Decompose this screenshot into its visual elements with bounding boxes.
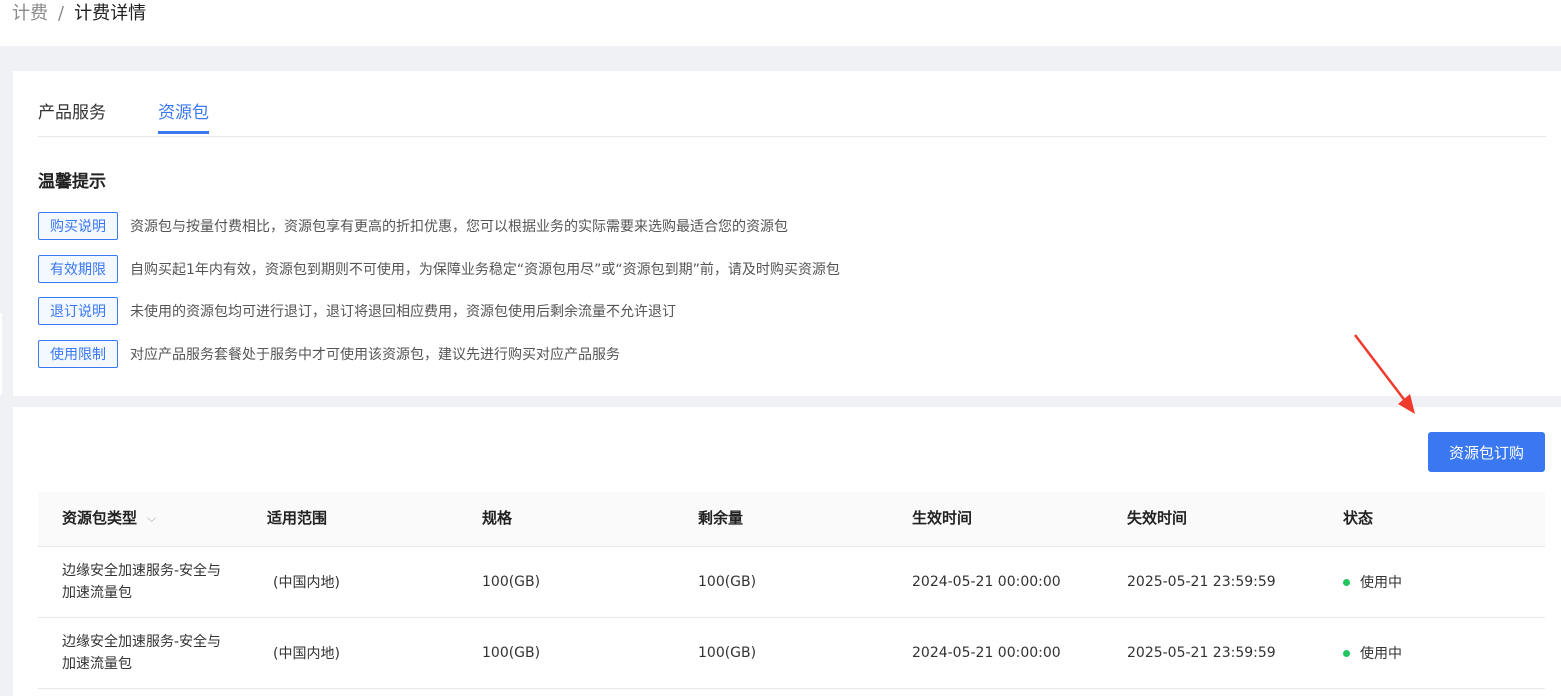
tip-row: 有效期限 自购买起1年内有效，资源包到期则不可使用，为保障业务稳定“资源包用尽”… xyxy=(38,254,840,284)
chevron-down-icon[interactable]: ⌵ xyxy=(147,492,156,544)
cell-type: 边缘安全加速服务-安全与 加速流量包 xyxy=(62,563,222,601)
tips-title: 温馨提示 xyxy=(38,172,106,192)
tip-tag-purchase: 购买说明 xyxy=(38,212,118,240)
tip-text: 未使用的资源包均可进行退订，退订将退回相应费用，资源包使用后剩余流量不允许退订 xyxy=(130,304,676,320)
cell-scope: (中国内地) xyxy=(273,575,340,591)
column-header-status: 状态 xyxy=(1343,509,1374,527)
table-header: 资源包类型 ⌵ 适用范围 规格 剩余量 生效时间 失效时间 状态 xyxy=(38,492,1545,547)
resource-pack-card: 资源包订购 资源包类型 ⌵ 适用范围 规格 剩余量 生效时间 失效时间 状态 边缘… xyxy=(13,407,1561,696)
tip-tag-refund: 退订说明 xyxy=(38,297,118,325)
column-header-spec: 规格 xyxy=(482,509,513,527)
status-dot-icon xyxy=(1343,578,1350,586)
tip-tag-validity: 有效期限 xyxy=(38,255,118,283)
column-header-scope: 适用范围 xyxy=(267,509,328,527)
cell-remaining: 100(GB) xyxy=(698,574,757,590)
cell-status: 使用中 xyxy=(1343,547,1402,617)
tip-text: 对应产品服务套餐处于服务中才可使用该资源包，建议先进行购买对应产品服务 xyxy=(130,347,620,363)
column-header-start-time: 生效时间 xyxy=(912,509,973,527)
tip-text: 资源包与按量付费相比，资源包享有更高的折扣优惠，您可以根据业务的实际需要来选购最… xyxy=(130,219,788,235)
cell-scope: (中国内地) xyxy=(273,646,340,662)
tip-row: 使用限制 对应产品服务套餐处于服务中才可使用该资源包，建议先进行购买对应产品服务 xyxy=(38,339,620,369)
status-dot-icon xyxy=(1343,649,1350,657)
cell-end-time: 2025-05-21 23:59:59 xyxy=(1127,645,1276,661)
buy-resource-pack-button[interactable]: 资源包订购 xyxy=(1428,432,1545,472)
column-header-type[interactable]: 资源包类型 ⌵ xyxy=(62,492,156,545)
breadcrumb: 计费 / 计费详情 xyxy=(12,2,146,26)
left-edge-marker xyxy=(0,313,2,395)
status-text: 使用中 xyxy=(1360,646,1402,662)
top-bar: 计费 / 计费详情 xyxy=(0,0,1561,46)
breadcrumb-root-link[interactable]: 计费 xyxy=(12,3,48,24)
tip-row: 购买说明 资源包与按量付费相比，资源包享有更高的折扣优惠，您可以根据业务的实际需… xyxy=(38,211,788,241)
tab-bar: 产品服务 资源包 xyxy=(38,99,1546,137)
info-card: 产品服务 资源包 温馨提示 购买说明 资源包与按量付费相比，资源包享有更高的折扣… xyxy=(13,71,1561,396)
cell-start-time: 2024-05-21 00:00:00 xyxy=(912,645,1061,661)
cell-spec: 100(GB) xyxy=(482,645,541,661)
tip-row: 退订说明 未使用的资源包均可进行退订，退订将退回相应费用，资源包使用后剩余流量不… xyxy=(38,296,676,326)
cell-type: 边缘安全加速服务-安全与 加速流量包 xyxy=(62,634,222,672)
column-header-end-time: 失效时间 xyxy=(1127,509,1188,527)
tab-product-service[interactable]: 产品服务 xyxy=(38,99,106,127)
resource-pack-table: 资源包类型 ⌵ 适用范围 规格 剩余量 生效时间 失效时间 状态 边缘安全加速服务… xyxy=(38,492,1545,689)
cell-status: 使用中 xyxy=(1343,618,1402,688)
cell-remaining: 100(GB) xyxy=(698,645,757,661)
tab-resource-pack[interactable]: 资源包 xyxy=(158,99,209,134)
column-header-remaining: 剩余量 xyxy=(698,509,744,527)
breadcrumb-separator: / xyxy=(58,3,65,24)
tip-tag-usage-limit: 使用限制 xyxy=(38,340,118,368)
cell-spec: 100(GB) xyxy=(482,574,541,590)
table-row: 边缘安全加速服务-安全与 加速流量包 (中国内地) 100(GB) 100(GB)… xyxy=(38,547,1545,618)
table-row: 边缘安全加速服务-安全与 加速流量包 (中国内地) 100(GB) 100(GB)… xyxy=(38,618,1545,689)
cell-start-time: 2024-05-21 00:00:00 xyxy=(912,574,1061,590)
cell-end-time: 2025-05-21 23:59:59 xyxy=(1127,574,1276,590)
breadcrumb-current: 计费详情 xyxy=(74,3,147,24)
status-text: 使用中 xyxy=(1360,575,1402,591)
tip-text: 自购买起1年内有效，资源包到期则不可使用，为保障业务稳定“资源包用尽”或“资源包… xyxy=(130,262,840,278)
annotation-arrow-icon xyxy=(1354,334,1415,414)
